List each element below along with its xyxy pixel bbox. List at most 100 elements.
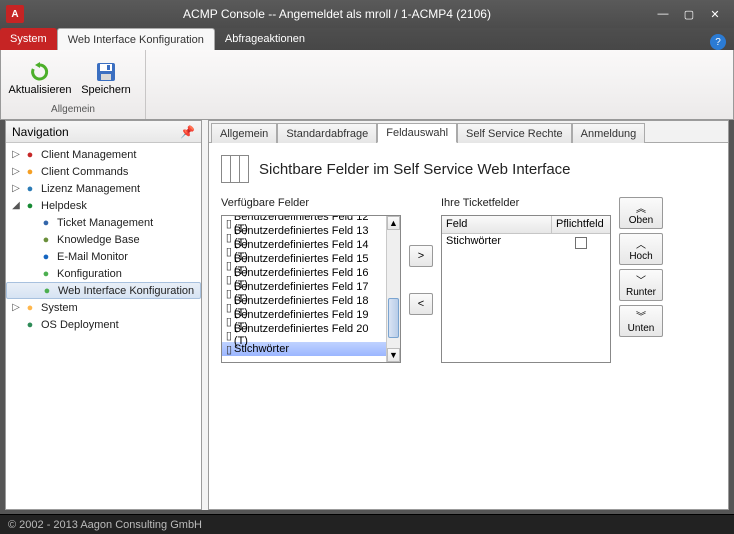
tree-item-icon: ● xyxy=(22,165,38,179)
field-icon: ▯ xyxy=(224,245,234,258)
maximize-button[interactable]: ▢ xyxy=(676,5,702,23)
navigation-title: Navigation xyxy=(12,125,69,139)
double-chevron-up-icon: ︽ xyxy=(636,200,646,215)
order-down-button[interactable]: ﹀Runter xyxy=(619,269,663,301)
move-right-button[interactable]: > xyxy=(409,245,433,267)
double-chevron-down-icon: ︾ xyxy=(636,308,646,323)
nav-item[interactable]: ●Knowledge Base xyxy=(6,231,201,248)
ribbon-group-label: Allgemein xyxy=(7,104,139,115)
tree-item-label: E-Mail Monitor xyxy=(57,251,128,263)
tab-self-service-rechte[interactable]: Self Service Rechte xyxy=(457,123,572,143)
checkbox[interactable] xyxy=(575,237,587,249)
tree-item-icon: ● xyxy=(38,216,54,230)
tree-item-icon: ● xyxy=(22,182,38,196)
tree-item-label: Web Interface Konfiguration xyxy=(58,285,194,297)
column-header-feld[interactable]: Feld xyxy=(442,216,552,233)
tree-item-label: Client Commands xyxy=(41,166,128,178)
tree-item-label: Lizenz Management xyxy=(41,183,140,195)
tree-twisty-icon[interactable]: ▷ xyxy=(10,183,22,194)
column-header-pflichtfeld[interactable]: Pflichtfeld xyxy=(552,216,610,233)
ribbon-tab-abfrageaktionen[interactable]: Abfrageaktionen xyxy=(215,28,315,50)
tree-item-label: Helpdesk xyxy=(41,200,87,212)
tree-item-label: Client Management xyxy=(41,149,136,161)
columns-icon xyxy=(221,155,249,183)
ribbon-group-allgemein: Aktualisieren Speichern Allgemein xyxy=(1,50,146,119)
tree-item-label: System xyxy=(41,302,78,314)
tab-feldauswahl[interactable]: Feldauswahl xyxy=(377,123,457,143)
title-bar: A ACMP Console -- Angemeldet als mroll /… xyxy=(0,0,734,28)
tree-item-label: Konfiguration xyxy=(57,268,122,280)
tab-standardabfrage[interactable]: Standardabfrage xyxy=(277,123,377,143)
tree-twisty-icon[interactable]: ▷ xyxy=(10,166,22,177)
nav-item[interactable]: ●Konfiguration xyxy=(6,265,201,282)
field-icon: ▯ xyxy=(224,231,234,244)
nav-item[interactable]: ●OS Deployment xyxy=(6,316,201,333)
order-bottom-button[interactable]: ︾Unten xyxy=(619,305,663,337)
speichern-label: Speichern xyxy=(81,84,131,96)
tree-item-label: Ticket Management xyxy=(57,217,153,229)
navigation-header: Navigation 📌 xyxy=(6,121,201,143)
nav-item[interactable]: ●Web Interface Konfiguration xyxy=(6,282,201,299)
scrollbar[interactable]: ▲ ▼ xyxy=(386,216,400,362)
page-title: Sichtbare Felder im Self Service Web Int… xyxy=(259,161,571,178)
cell-required[interactable] xyxy=(552,234,610,251)
tree-twisty-icon[interactable]: ▷ xyxy=(10,302,22,313)
tree-item-icon: ● xyxy=(22,301,38,315)
list-item-label: Stichwörter xyxy=(234,343,289,355)
content-panel: Allgemein Standardabfrage Feldauswahl Se… xyxy=(208,120,729,510)
table-row[interactable]: Stichwörter xyxy=(442,234,610,251)
speichern-button[interactable]: Speichern xyxy=(73,52,139,104)
scroll-thumb[interactable] xyxy=(388,298,399,338)
available-fields-list[interactable]: ▯Benutzerdefiniertes Feld 12 (T)▯Benutze… xyxy=(221,215,401,363)
field-icon: ▯ xyxy=(224,301,234,314)
field-icon: ▯ xyxy=(224,217,234,230)
tree-item-icon: ● xyxy=(38,233,54,247)
tree-item-icon: ● xyxy=(22,199,38,213)
app-logo: A xyxy=(6,5,24,23)
chevron-up-icon: ︿ xyxy=(636,236,646,251)
ribbon: Aktualisieren Speichern Allgemein xyxy=(0,50,734,120)
ribbon-tabs: System Web Interface Konfiguration Abfra… xyxy=(0,28,734,50)
tree-item-icon: ● xyxy=(22,318,38,332)
scroll-up-button[interactable]: ▲ xyxy=(387,216,400,230)
ribbon-tab-web-interface[interactable]: Web Interface Konfiguration xyxy=(57,28,215,50)
scroll-down-button[interactable]: ▼ xyxy=(387,348,400,362)
nav-item[interactable]: ◢●Helpdesk xyxy=(6,197,201,214)
nav-item[interactable]: ▷●Lizenz Management xyxy=(6,180,201,197)
order-up-button[interactable]: ︿Hoch xyxy=(619,233,663,265)
help-button[interactable]: ? xyxy=(710,34,726,50)
field-icon: ▯ xyxy=(224,259,234,272)
tab-anmeldung[interactable]: Anmeldung xyxy=(572,123,646,143)
field-icon: ▯ xyxy=(224,273,234,286)
tree-item-label: Knowledge Base xyxy=(57,234,140,246)
available-fields-title: Verfügbare Felder xyxy=(221,197,401,209)
tree-item-label: OS Deployment xyxy=(41,319,119,331)
status-bar: © 2002 - 2013 Aagon Consulting GmbH xyxy=(0,514,734,534)
nav-item[interactable]: ●Ticket Management xyxy=(6,214,201,231)
close-button[interactable]: ✕ xyxy=(702,5,728,23)
aktualisieren-label: Aktualisieren xyxy=(9,84,72,96)
navigation-tree[interactable]: ▷●Client Management▷●Client Commands▷●Li… xyxy=(6,143,201,509)
save-icon xyxy=(94,60,118,84)
tree-item-icon: ● xyxy=(38,250,54,264)
tree-twisty-icon[interactable]: ▷ xyxy=(10,149,22,160)
nav-item[interactable]: ▷●Client Management xyxy=(6,146,201,163)
tab-allgemein[interactable]: Allgemein xyxy=(211,123,277,143)
list-item[interactable]: ▯Benutzerdefiniertes Feld 20 (T) xyxy=(222,328,386,342)
aktualisieren-button[interactable]: Aktualisieren xyxy=(7,52,73,104)
ribbon-tab-system[interactable]: System xyxy=(0,28,57,50)
content-tabs: Allgemein Standardabfrage Feldauswahl Se… xyxy=(209,121,728,143)
order-top-button[interactable]: ︽Oben xyxy=(619,197,663,229)
pin-icon[interactable]: 📌 xyxy=(180,125,195,139)
refresh-icon xyxy=(28,60,52,84)
move-left-button[interactable]: < xyxy=(409,293,433,315)
tree-twisty-icon[interactable]: ◢ xyxy=(10,200,22,211)
nav-item[interactable]: ▷●Client Commands xyxy=(6,163,201,180)
window-title: ACMP Console -- Angemeldet als mroll / 1… xyxy=(24,7,650,21)
nav-item[interactable]: ●E-Mail Monitor xyxy=(6,248,201,265)
nav-item[interactable]: ▷●System xyxy=(6,299,201,316)
minimize-button[interactable]: — xyxy=(650,5,676,23)
tree-item-icon: ● xyxy=(38,267,54,281)
selected-fields-grid[interactable]: Feld Pflichtfeld Stichwörter xyxy=(441,215,611,363)
navigation-panel: Navigation 📌 ▷●Client Management▷●Client… xyxy=(5,120,202,510)
